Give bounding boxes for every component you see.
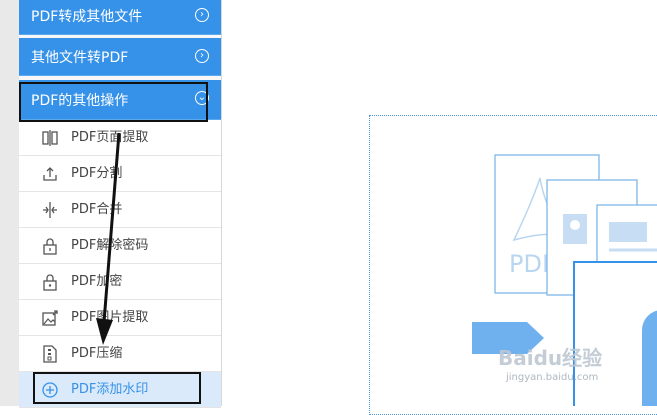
watermark-url: jingyan.baidu.com bbox=[506, 372, 599, 383]
watermark-brand: Baidu经验 bbox=[498, 346, 603, 370]
